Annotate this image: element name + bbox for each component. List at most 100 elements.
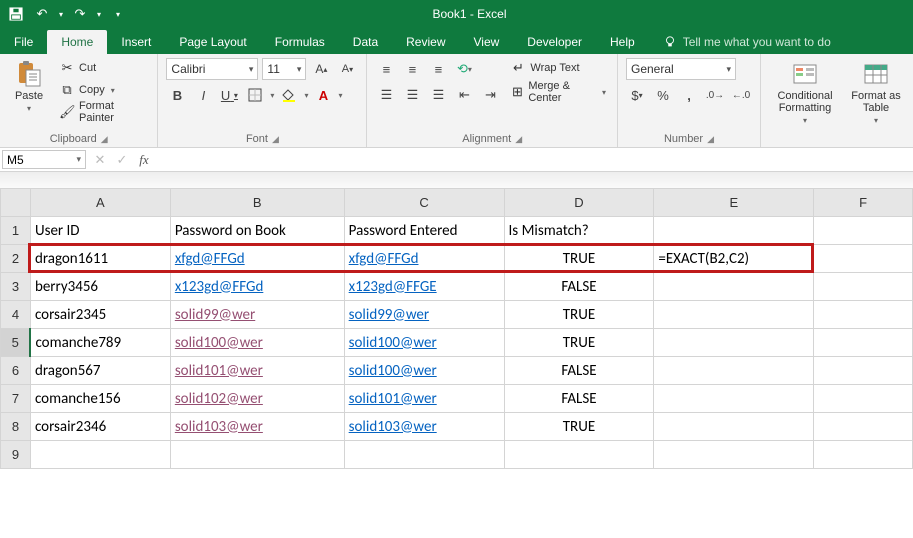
cut-button[interactable]: ✂Cut xyxy=(56,58,149,78)
tab-data[interactable]: Data xyxy=(339,30,392,54)
col-header-F[interactable]: F xyxy=(814,189,913,217)
decrease-font-button[interactable]: A▾ xyxy=(336,58,358,80)
row-header[interactable]: 6 xyxy=(1,357,31,385)
cell[interactable] xyxy=(814,217,913,245)
copy-button[interactable]: ⧉Copy▾ xyxy=(56,80,149,100)
cell[interactable]: solid103@wer xyxy=(170,413,344,441)
row-header[interactable]: 5 xyxy=(1,329,31,357)
cell[interactable]: comanche789 xyxy=(30,329,170,357)
decrease-decimal-button[interactable]: ←.0 xyxy=(730,84,752,106)
hyperlink[interactable]: xfgd@FFGd xyxy=(175,250,245,268)
borders-button[interactable] xyxy=(244,84,266,106)
row-header[interactable]: 4 xyxy=(1,301,31,329)
cell[interactable]: corsair2346 xyxy=(30,413,170,441)
row-header[interactable]: 9 xyxy=(1,441,31,469)
font-color-button[interactable]: A xyxy=(312,84,334,106)
align-right-button[interactable]: ☰ xyxy=(427,84,449,106)
hyperlink[interactable]: solid99@wer xyxy=(349,306,429,324)
fill-color-button[interactable] xyxy=(278,84,300,106)
cell[interactable] xyxy=(814,385,913,413)
cell[interactable]: comanche156 xyxy=(30,385,170,413)
cell[interactable]: x123gd@FFGd xyxy=(170,273,344,301)
row-header[interactable]: 3 xyxy=(1,273,31,301)
cell[interactable] xyxy=(814,329,913,357)
cell[interactable]: FALSE xyxy=(504,273,654,301)
cell[interactable] xyxy=(654,385,814,413)
increase-font-button[interactable]: A▴ xyxy=(310,58,332,80)
cell[interactable]: xfgd@FFGd xyxy=(344,245,504,273)
cell[interactable] xyxy=(30,441,170,469)
alignment-launcher[interactable]: ◢ xyxy=(515,134,522,145)
align-top-button[interactable]: ≡ xyxy=(375,58,397,80)
percent-format-button[interactable]: % xyxy=(652,84,674,106)
tab-view[interactable]: View xyxy=(460,30,514,54)
decrease-indent-button[interactable]: ⇤ xyxy=(453,84,475,106)
hyperlink[interactable]: x123gd@FFGd xyxy=(175,278,264,296)
conditional-formatting-button[interactable]: Conditional Formatting ▾ xyxy=(769,58,841,127)
cell[interactable] xyxy=(814,413,913,441)
cell[interactable] xyxy=(814,273,913,301)
cell[interactable] xyxy=(654,217,814,245)
tell-me[interactable]: Tell me what you want to do xyxy=(649,35,845,54)
cell[interactable] xyxy=(814,441,913,469)
cell[interactable]: berry3456 xyxy=(30,273,170,301)
align-middle-button[interactable]: ≡ xyxy=(401,58,423,80)
formula-input[interactable] xyxy=(158,148,913,171)
row-header[interactable]: 2 xyxy=(1,245,31,273)
clipboard-launcher[interactable]: ◢ xyxy=(101,134,108,145)
hyperlink[interactable]: solid102@wer xyxy=(175,390,263,408)
cancel-formula-button[interactable]: ✕ xyxy=(90,150,110,170)
hyperlink[interactable]: solid100@wer xyxy=(349,334,437,352)
undo-dropdown[interactable]: ▾ xyxy=(56,2,66,26)
cell[interactable]: solid99@wer xyxy=(170,301,344,329)
font-size-combo[interactable]: 11▾ xyxy=(262,58,306,80)
number-format-combo[interactable]: General▾ xyxy=(626,58,736,80)
cell[interactable]: Password on Book xyxy=(170,217,344,245)
cell[interactable]: Password Entered xyxy=(344,217,504,245)
col-header-D[interactable]: D xyxy=(504,189,654,217)
cell[interactable]: FALSE xyxy=(504,357,654,385)
cell[interactable]: TRUE xyxy=(504,329,654,357)
cell[interactable] xyxy=(654,441,814,469)
hyperlink[interactable]: solid100@wer xyxy=(349,362,437,380)
hyperlink[interactable]: solid103@wer xyxy=(175,418,263,436)
tab-insert[interactable]: Insert xyxy=(107,30,165,54)
cell[interactable]: solid100@wer xyxy=(170,329,344,357)
tab-file[interactable]: File xyxy=(0,30,47,54)
hyperlink[interactable]: solid103@wer xyxy=(349,418,437,436)
save-button[interactable] xyxy=(4,2,28,26)
cell[interactable]: solid99@wer xyxy=(344,301,504,329)
tab-review[interactable]: Review xyxy=(392,30,459,54)
enter-formula-button[interactable]: ✓ xyxy=(112,150,132,170)
worksheet-grid[interactable]: A B C D E F 1User IDPassword on BookPass… xyxy=(0,188,913,469)
comma-format-button[interactable]: , xyxy=(678,84,700,106)
cell[interactable]: x123gd@FFGE xyxy=(344,273,504,301)
tab-home[interactable]: Home xyxy=(47,30,107,54)
paste-button[interactable]: Paste ▾ xyxy=(8,58,50,115)
cell[interactable] xyxy=(344,441,504,469)
tab-formulas[interactable]: Formulas xyxy=(261,30,339,54)
font-launcher[interactable]: ◢ xyxy=(272,134,279,145)
cell[interactable] xyxy=(654,301,814,329)
increase-decimal-button[interactable]: .0→ xyxy=(704,84,726,106)
tab-help[interactable]: Help xyxy=(596,30,649,54)
cell[interactable] xyxy=(654,357,814,385)
cell[interactable] xyxy=(504,441,654,469)
cell[interactable] xyxy=(170,441,344,469)
cell[interactable]: User ID xyxy=(30,217,170,245)
insert-function-button[interactable]: fx xyxy=(134,150,154,170)
col-header-C[interactable]: C xyxy=(344,189,504,217)
row-header[interactable]: 1 xyxy=(1,217,31,245)
merge-center-button[interactable]: ⊞Merge & Center▾ xyxy=(507,82,609,102)
cell[interactable]: corsair2345 xyxy=(30,301,170,329)
number-launcher[interactable]: ◢ xyxy=(707,134,714,145)
align-center-button[interactable]: ☰ xyxy=(401,84,423,106)
italic-button[interactable]: I xyxy=(192,84,214,106)
hyperlink[interactable]: solid101@wer xyxy=(349,390,437,408)
cell[interactable]: dragon1611 xyxy=(30,245,170,273)
underline-button[interactable]: U ▾ xyxy=(218,84,240,106)
orientation-button[interactable]: ⟲▾ xyxy=(453,58,475,80)
row-header[interactable]: 8 xyxy=(1,413,31,441)
col-header-E[interactable]: E xyxy=(654,189,814,217)
undo-button[interactable]: ↶ xyxy=(30,2,54,26)
